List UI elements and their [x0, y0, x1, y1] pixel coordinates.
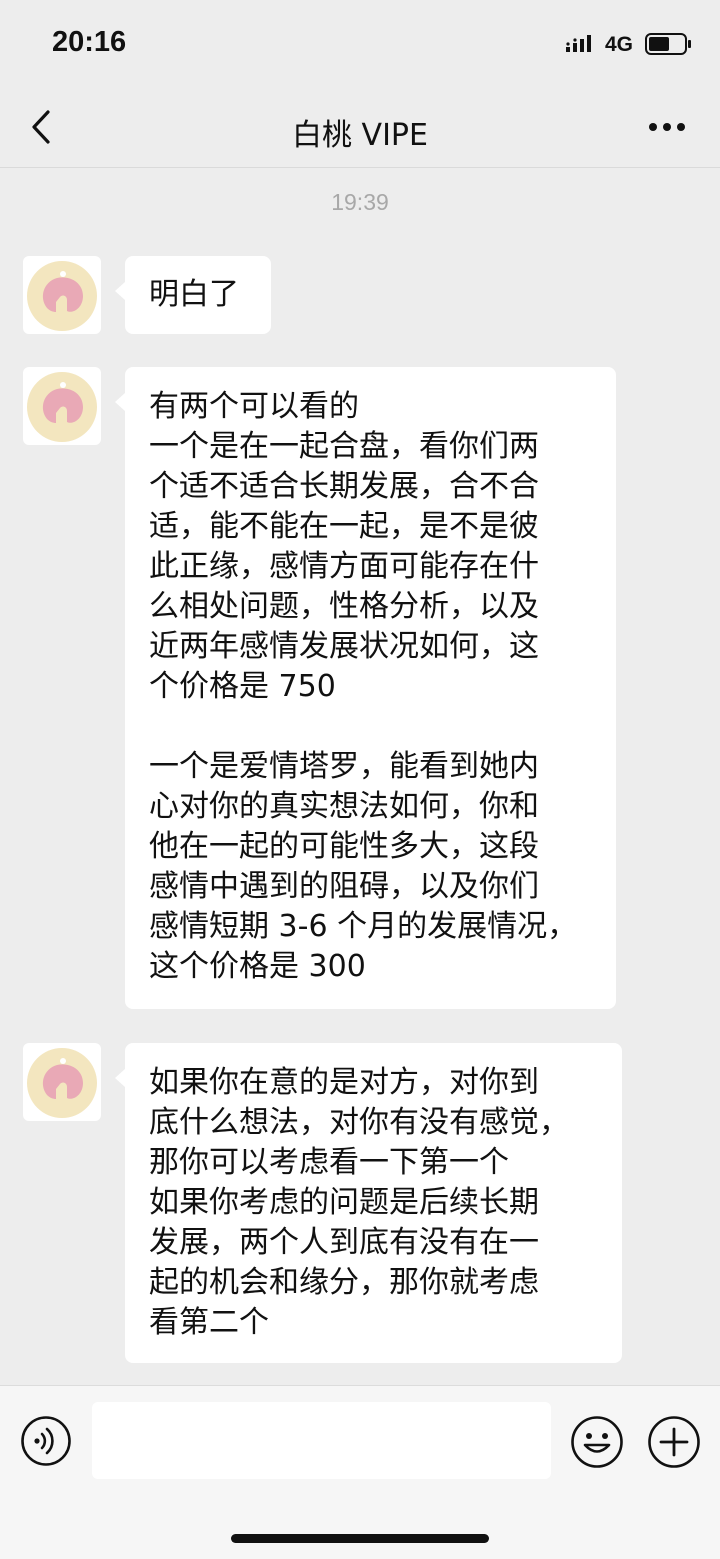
chat-header: 白桃 VIPE: [0, 88, 720, 168]
contact-avatar[interactable]: [23, 1043, 101, 1121]
message-bubble[interactable]: 明白了: [115, 256, 271, 334]
chat-title: 白桃 VIPE: [292, 118, 428, 153]
voice-icon[interactable]: [20, 1415, 72, 1467]
home-indicator[interactable]: [231, 1534, 489, 1543]
network-label: 4G: [605, 33, 634, 56]
input-toolbar: [0, 1385, 720, 1559]
message-bubble[interactable]: 如果你在意的是对方，对你到 底什么想法，对你有没有感觉， 那你可以考虑看一下第一…: [115, 1043, 622, 1363]
message-list[interactable]: 19:39 明白了 有两个可以看的 一个是在一起合盘，看你们两 个适不适合长期发…: [0, 169, 720, 1385]
avatar-logo-icon: [27, 261, 97, 331]
emoji-icon[interactable]: [570, 1415, 624, 1469]
signal-icon: [566, 35, 591, 52]
plus-icon[interactable]: [647, 1415, 701, 1469]
message-bubble[interactable]: 有两个可以看的 一个是在一起合盘，看你们两 个适不适合长期发展，合不合 适，能不…: [115, 367, 616, 1009]
contact-avatar[interactable]: [23, 367, 101, 445]
avatar-logo-icon: [27, 1048, 97, 1118]
status-bar: 20:16 4G: [0, 0, 720, 88]
contact-avatar[interactable]: [23, 256, 101, 334]
message-timestamp: 19:39: [331, 189, 389, 215]
more-dots-icon[interactable]: [648, 122, 686, 132]
avatar-logo-icon: [27, 372, 97, 442]
battery-icon: [645, 33, 691, 55]
message-input[interactable]: [92, 1402, 551, 1479]
status-time: 20:16: [52, 26, 127, 58]
